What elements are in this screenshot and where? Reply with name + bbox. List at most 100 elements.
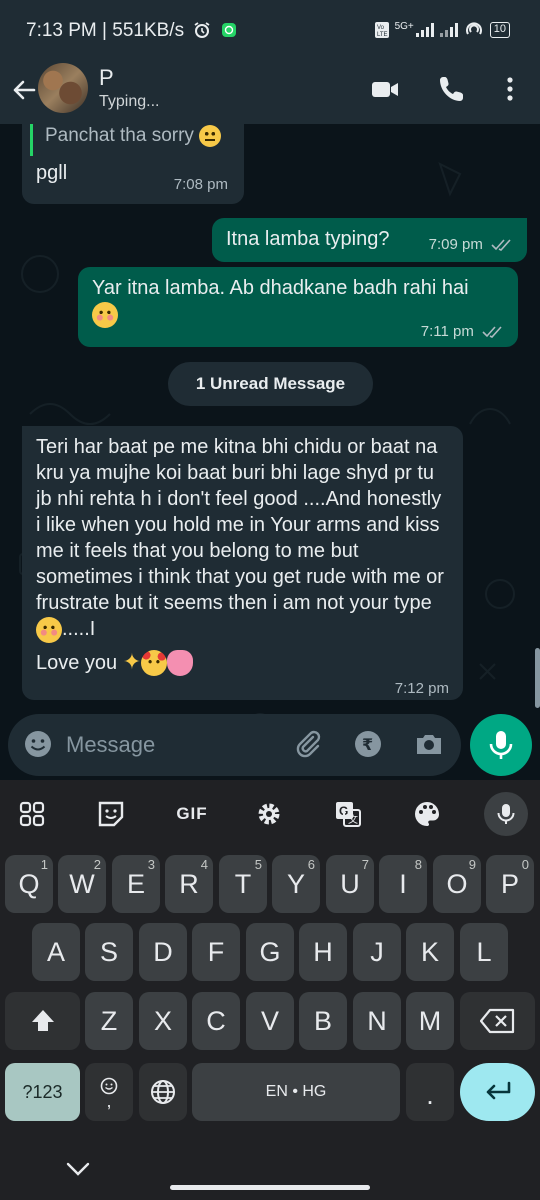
read-receipt-icon	[491, 239, 511, 252]
smiling-face-with-hearts-emoji	[141, 650, 168, 677]
message-time: 7:11 pm	[420, 323, 474, 340]
attach-icon[interactable]	[292, 728, 324, 760]
key-v[interactable]: V	[246, 992, 294, 1050]
key-c[interactable]: C	[192, 992, 240, 1050]
svg-text:文: 文	[348, 813, 358, 826]
chat-area[interactable]: Panchat tha sorry pgll 7:08 pm Itna lamb…	[0, 124, 540, 780]
key-x[interactable]: X	[139, 992, 187, 1050]
sparkles-emoji: ✦	[122, 648, 142, 674]
keyboard-mic-icon[interactable]	[484, 792, 528, 836]
mic-icon	[489, 731, 513, 759]
period-key[interactable]: .	[406, 1063, 454, 1121]
backspace-icon	[479, 1008, 514, 1034]
backspace-key[interactable]	[460, 992, 535, 1050]
scrollbar[interactable]	[535, 648, 540, 708]
palette-icon[interactable]	[407, 794, 447, 834]
enter-key[interactable]	[460, 1063, 535, 1121]
read-receipt-icon	[482, 326, 502, 339]
key-u[interactable]: U7	[326, 855, 374, 913]
key-o[interactable]: O9	[433, 855, 481, 913]
hotspot-icon	[465, 22, 482, 35]
status-bar: 7:13 PM | 551KB/s Vo LTE 5G+ 10	[0, 0, 540, 62]
alarm-icon	[194, 22, 210, 38]
key-j[interactable]: J	[353, 923, 401, 981]
hide-keyboard-icon[interactable]	[64, 1160, 92, 1180]
svg-text:LTE: LTE	[377, 32, 388, 38]
status-time: 7:13 PM | 551KB/s	[26, 20, 237, 42]
message-text: Teri har baat pe me kitna bhi chidu or b…	[36, 434, 446, 677]
apps-icon[interactable]	[12, 794, 52, 834]
message-incoming-1[interactable]: Panchat tha sorry pgll 7:08 pm	[22, 124, 244, 204]
key-t[interactable]: T5	[219, 855, 267, 913]
chat-header: P Typing...	[0, 62, 540, 124]
contact-status: Typing...	[99, 93, 160, 110]
key-g[interactable]: G	[246, 923, 294, 981]
shift-key[interactable]	[5, 992, 80, 1050]
contact-avatar[interactable]	[38, 63, 88, 113]
key-a[interactable]: A	[32, 923, 80, 981]
svg-text:₹: ₹	[362, 735, 373, 754]
video-call-icon[interactable]	[370, 74, 400, 104]
volte-icon: VoLTE	[374, 22, 389, 38]
more-options-icon[interactable]	[495, 74, 525, 104]
key-h[interactable]: H	[299, 923, 347, 981]
gif-button[interactable]: GIF	[170, 794, 214, 834]
space-bar[interactable]: EN • HG	[192, 1063, 400, 1121]
message-outgoing-2[interactable]: Yar itna lamba. Ab dhadkane badh rahi ha…	[78, 267, 518, 347]
message-input[interactable]	[66, 714, 276, 776]
enter-icon	[486, 1081, 510, 1100]
key-l[interactable]: L	[460, 923, 508, 981]
voice-message-button[interactable]	[470, 714, 532, 776]
unread-messages-banner: 1 Unread Message	[168, 362, 373, 406]
battery-indicator: 10	[489, 22, 510, 38]
keyboard: GIF G文 Q1 W2 E3 R4 T5 Y6 U7 I8 O9 P0 A S…	[0, 780, 540, 1200]
message-outgoing-1[interactable]: Itna lamba typing? 7:09 pm	[212, 218, 527, 262]
payment-icon[interactable]: ₹	[352, 728, 384, 760]
key-y[interactable]: Y6	[272, 855, 320, 913]
key-p[interactable]: P0	[486, 855, 534, 913]
emoji-key[interactable]: ,	[85, 1063, 133, 1121]
key-b[interactable]: B	[299, 992, 347, 1050]
back-arrow-icon[interactable]	[10, 76, 38, 104]
shift-icon	[31, 1010, 54, 1031]
message-time: 7:09 pm	[428, 236, 483, 253]
key-n[interactable]: N	[353, 992, 401, 1050]
camera-icon[interactable]	[413, 728, 445, 760]
status-icons: Vo LTE 5G+ 10	[374, 20, 510, 38]
settings-icon[interactable]	[249, 794, 289, 834]
voice-call-icon[interactable]	[437, 74, 467, 104]
key-q[interactable]: Q1	[5, 855, 53, 913]
quoted-message[interactable]: Panchat tha sorry	[30, 124, 240, 156]
key-s[interactable]: S	[85, 923, 133, 981]
compose-bar: ₹	[8, 714, 461, 776]
key-r[interactable]: R4	[165, 855, 213, 913]
navigation-bar	[0, 1160, 540, 1200]
emoji-icon[interactable]	[22, 728, 54, 760]
key-i[interactable]: I8	[379, 855, 427, 913]
key-w[interactable]: W2	[58, 855, 106, 913]
signal-icon-2	[439, 23, 458, 37]
home-indicator[interactable]	[170, 1185, 370, 1190]
sticker-icon[interactable]	[91, 794, 131, 834]
message-time: 7:08 pm	[173, 176, 228, 193]
symbols-key[interactable]: ?123	[5, 1063, 80, 1121]
message-incoming-2[interactable]: Teri har baat pe me kitna bhi chidu or b…	[22, 426, 463, 700]
contact-name[interactable]: P	[99, 65, 114, 91]
svg-text:Vo: Vo	[377, 25, 385, 31]
key-d[interactable]: D	[139, 923, 187, 981]
key-f[interactable]: F	[192, 923, 240, 981]
key-z[interactable]: Z	[85, 992, 133, 1050]
key-k[interactable]: K	[406, 923, 454, 981]
message-time: 7:12 pm	[394, 680, 449, 697]
blushing-face-emoji	[36, 616, 62, 643]
language-key[interactable]	[139, 1063, 187, 1121]
globe-icon	[151, 1080, 175, 1104]
network-type: 5G+	[394, 20, 414, 32]
sparkling-heart-emoji	[167, 650, 194, 677]
key-m[interactable]: M	[406, 992, 454, 1050]
message-text: Itna lamba typing?	[226, 228, 390, 250]
translate-icon[interactable]: G文	[328, 794, 368, 834]
neutral-face-emoji	[199, 124, 222, 147]
signal-icon	[415, 23, 434, 37]
key-e[interactable]: E3	[112, 855, 160, 913]
